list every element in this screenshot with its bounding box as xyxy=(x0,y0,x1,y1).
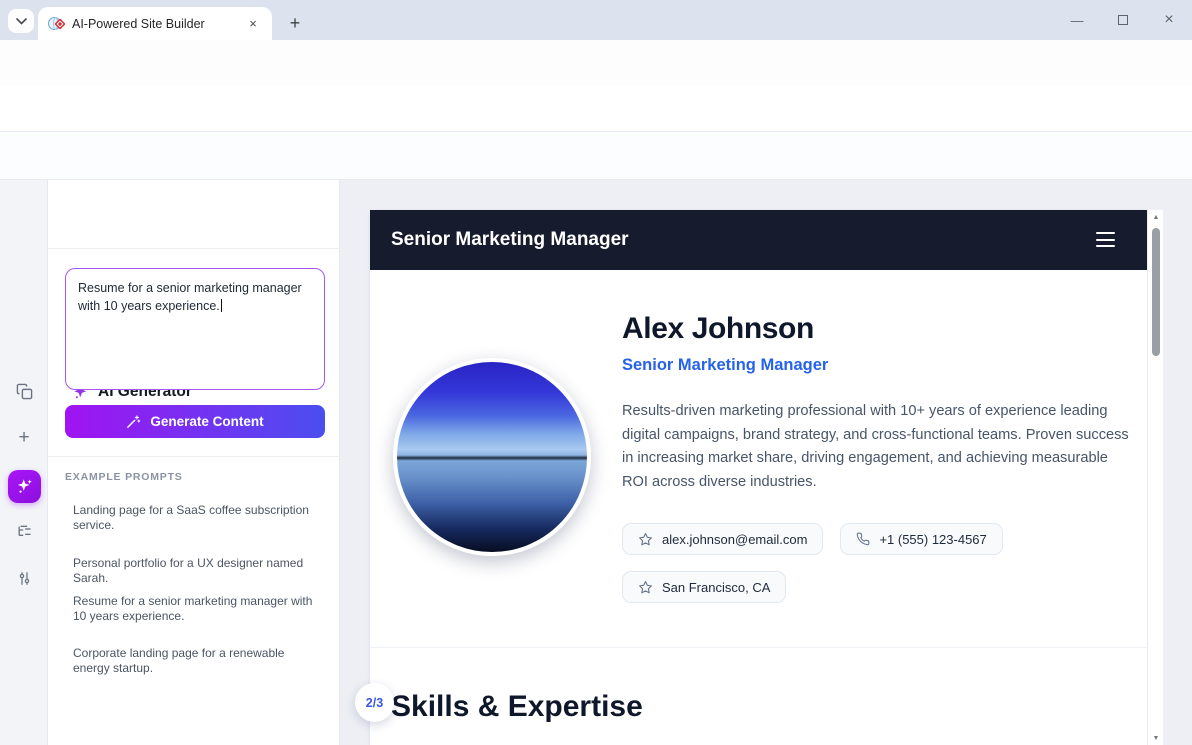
pages-copy-icon xyxy=(16,383,33,400)
maximize-icon xyxy=(1118,15,1128,25)
phone-icon xyxy=(856,532,870,546)
add-section-button[interactable]: + xyxy=(12,426,36,450)
browser-tab[interactable]: AI-Powered Site Builder × xyxy=(38,7,272,40)
text-caret xyxy=(221,299,222,312)
scrollbar-thumb[interactable] xyxy=(1152,228,1160,356)
chevron-down-icon xyxy=(16,18,27,25)
generate-content-button[interactable]: Generate Content xyxy=(65,405,325,438)
star-icon xyxy=(638,580,653,595)
pages-button[interactable] xyxy=(12,379,36,403)
example-prompt[interactable]: Landing page for a SaaS coffee subscript… xyxy=(73,503,319,533)
browser-titlebar: AI-Powered Site Builder × + — × xyxy=(0,0,1192,40)
window-controls: — × xyxy=(1054,0,1192,40)
prompt-input[interactable]: Resume for a senior marketing manager wi… xyxy=(65,268,325,390)
resume-name: Alex Johnson xyxy=(622,312,814,346)
skills-section-title: Skills & Expertise xyxy=(391,690,643,724)
close-window-button[interactable]: × xyxy=(1146,0,1192,40)
example-prompt[interactable]: Personal portfolio for a UX designer nam… xyxy=(73,556,319,586)
browser-toolbar: ← → ai-toolbox.visual-paradigm.com/app/a… xyxy=(0,40,1192,85)
email-chip[interactable]: alex.johnson@email.com xyxy=(622,523,823,555)
site-navbar-title: Senior Marketing Manager xyxy=(391,229,629,251)
screen: AI-Powered Site Builder × + — × ← → ai-t… xyxy=(0,0,1192,745)
section-divider xyxy=(370,647,1147,648)
ai-generator-panel: AI Generator Describe your site and let … xyxy=(48,180,340,745)
star-icon xyxy=(638,532,653,547)
example-prompts-heading: EXAMPLE PROMPTS xyxy=(65,471,183,483)
example-prompt[interactable]: Resume for a senior marketing manager wi… xyxy=(73,594,319,624)
left-icon-rail: + xyxy=(0,180,48,745)
hamburger-icon[interactable] xyxy=(1096,232,1115,247)
tab-close-icon[interactable]: × xyxy=(244,15,262,33)
contact-chips-row: San Francisco, CA xyxy=(622,571,786,603)
resume-summary: Results-driven marketing professional wi… xyxy=(622,400,1130,494)
magic-wand-icon xyxy=(126,414,141,429)
site-preview-canvas[interactable]: Senior Marketing Manager Alex Johnson Se… xyxy=(370,210,1147,745)
settings-button[interactable] xyxy=(12,566,36,590)
resume-role: Senior Marketing Manager xyxy=(622,356,828,375)
app-header: AI-Powered Site Builder Powered by Visua… xyxy=(0,85,1192,132)
ai-generator-tab[interactable] xyxy=(8,470,41,503)
scroll-up-icon[interactable]: ▲ xyxy=(1148,210,1164,224)
editor-toolbar: CURRENT SITE My Site ↶ ↷ Save Changes La… xyxy=(0,132,1192,180)
site-favicon xyxy=(48,16,64,32)
preview-scrollbar[interactable]: ▲ ▼ xyxy=(1147,210,1163,745)
phone-chip[interactable]: +1 (555) 123-4567 xyxy=(840,523,1002,555)
progress-badge: 2/3 xyxy=(355,683,394,722)
tree-list-icon xyxy=(16,524,33,540)
site-navbar: Senior Marketing Manager xyxy=(370,210,1147,270)
location-chip[interactable]: San Francisco, CA xyxy=(622,571,786,603)
new-tab-button[interactable]: + xyxy=(282,10,308,36)
scroll-down-icon[interactable]: ▼ xyxy=(1148,731,1164,745)
profile-photo xyxy=(393,358,591,556)
minimize-button[interactable]: — xyxy=(1054,0,1100,40)
example-prompt[interactable]: Corporate landing page for a renewable e… xyxy=(73,646,319,676)
sliders-icon xyxy=(17,570,32,587)
maximize-button[interactable] xyxy=(1100,0,1146,40)
tab-search-button[interactable] xyxy=(8,9,34,33)
contact-chips-row: alex.johnson@email.com +1 (555) 123-4567 xyxy=(622,523,1003,555)
site-tree-button[interactable] xyxy=(12,520,36,544)
ai-sparkle-icon xyxy=(15,477,34,496)
tab-title: AI-Powered Site Builder xyxy=(72,17,236,31)
